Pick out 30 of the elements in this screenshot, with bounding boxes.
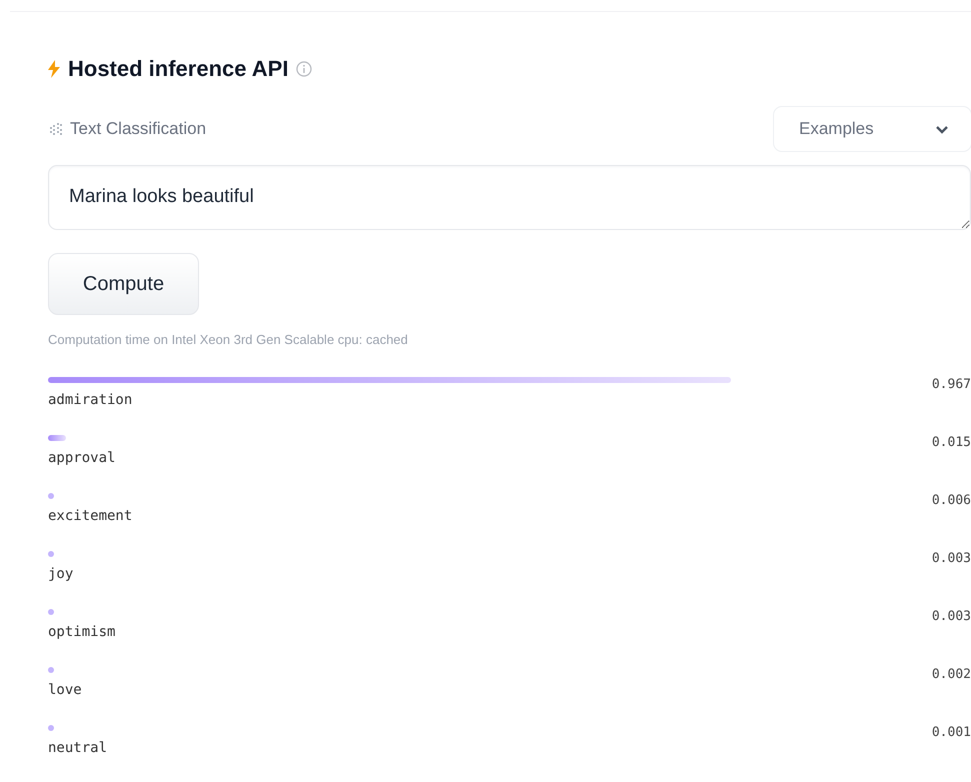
- computation-note: Computation time on Intel Xeon 3rd Gen Scalable cpu: cached: [48, 332, 408, 347]
- info-icon[interactable]: [296, 61, 312, 77]
- score-value: 0.006: [932, 493, 971, 508]
- label-name: admiration: [48, 392, 132, 408]
- score-bar: [48, 609, 54, 615]
- label-name: love: [48, 682, 82, 698]
- dots-icon: [48, 121, 64, 137]
- label-name: optimism: [48, 624, 116, 640]
- compute-button[interactable]: Compute: [48, 253, 199, 315]
- score-value: 0.001: [932, 725, 971, 740]
- score-value: 0.015: [932, 435, 971, 450]
- label-name: excitement: [48, 508, 132, 524]
- label-name: joy: [48, 566, 74, 582]
- input-field[interactable]: Marina looks beautiful: [48, 165, 971, 230]
- chevron-icon: [935, 124, 949, 134]
- score-value: 0.003: [932, 609, 971, 624]
- score-bar: [48, 725, 54, 731]
- score-bar: [48, 667, 54, 673]
- label-name: approval: [48, 450, 116, 466]
- score-value: 0.003: [932, 551, 971, 566]
- lightning-icon: [48, 60, 60, 78]
- score-bar: [48, 551, 54, 557]
- widget-title: Hosted inference API: [68, 56, 288, 82]
- score-value: 0.967: [932, 377, 971, 392]
- score-bar: [48, 435, 66, 441]
- score-bar: [48, 493, 54, 499]
- examples-dropdown[interactable]: Examples: [773, 106, 971, 152]
- label-name: neutral: [48, 740, 108, 756]
- score-value: 0.002: [932, 667, 971, 682]
- task-label: Text Classification: [70, 119, 206, 139]
